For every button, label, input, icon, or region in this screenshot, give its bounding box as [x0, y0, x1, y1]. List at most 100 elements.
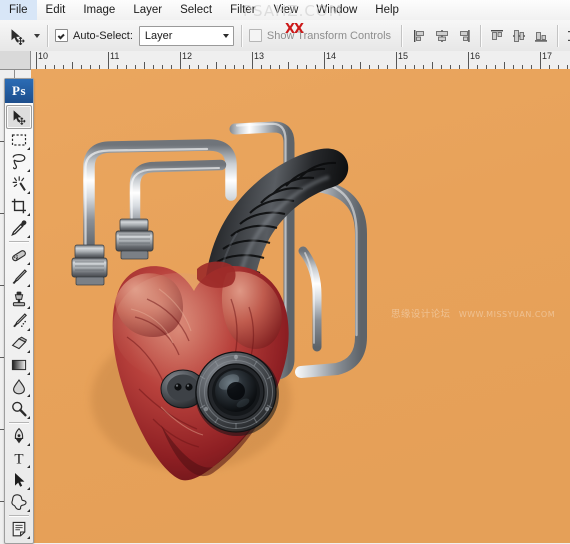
tool-clone-stamp-tool[interactable] [7, 288, 31, 310]
tool-brush-tool[interactable] [7, 266, 31, 288]
menu-edit[interactable]: Edit [37, 0, 75, 20]
tool-submenu-indicator-icon[interactable] [27, 350, 30, 353]
tool-divider-2 [9, 422, 29, 423]
tool-submenu-indicator-icon[interactable] [27, 306, 30, 309]
tool-submenu-indicator-icon[interactable] [27, 328, 30, 331]
ruler-major-tick [180, 52, 181, 69]
ruler-corner[interactable] [0, 51, 31, 70]
options-bar: Auto-Select: Layer Show Transform Contro… [0, 20, 570, 52]
tool-submenu-indicator-icon[interactable] [27, 169, 30, 172]
menu-file[interactable]: File [0, 0, 37, 20]
menu-bar: File Edit Image Layer Select Filter View… [0, 0, 570, 21]
tool-submenu-indicator-icon[interactable] [27, 262, 30, 265]
align-top-edges-button[interactable] [488, 27, 506, 45]
tool-rectangular-marquee-tool[interactable] [7, 129, 31, 151]
align-vertical-group [488, 27, 550, 45]
toolbox-panel: Ps T [4, 78, 34, 544]
ruler-minor-tick [504, 62, 505, 69]
tool-submenu-indicator-icon[interactable] [27, 147, 30, 150]
tool-pen-tool[interactable] [7, 425, 31, 447]
hose-coupler-left [71, 244, 108, 286]
tool-submenu-indicator-icon[interactable] [27, 191, 30, 194]
ruler-label: 10 [38, 51, 49, 61]
tool-list: T [5, 103, 33, 543]
tool-healing-brush-tool[interactable] [7, 244, 31, 266]
ruler-label: 11 [110, 51, 120, 61]
tool-move-tool[interactable] [6, 105, 32, 129]
ruler-label: 17 [542, 51, 553, 61]
menu-filter[interactable]: Filter [221, 0, 265, 20]
auto-select-scope-chevron-down-icon[interactable] [222, 33, 229, 38]
auto-select-checkbox[interactable] [55, 29, 68, 42]
tool-eraser-tool[interactable] [7, 332, 31, 354]
photoshop-logo: Ps [5, 79, 33, 103]
tool-divider-3 [9, 515, 29, 516]
document-canvas[interactable]: 思缘设计论坛 WWW.MISSYUAN.COM [31, 69, 570, 543]
align-left-edges-button[interactable] [411, 27, 429, 45]
ruler-major-tick [252, 52, 253, 69]
align-vertical-centers-button[interactable] [510, 27, 528, 45]
menu-image[interactable]: Image [74, 0, 124, 20]
options-separator-5 [557, 24, 559, 47]
align-right-edges-button[interactable] [455, 27, 473, 45]
tool-notes-tool[interactable] [7, 518, 31, 540]
distribute-top-edges-button[interactable] [565, 27, 570, 45]
tool-blur-tool[interactable] [7, 376, 31, 398]
ruler-minor-tick [72, 62, 73, 69]
tool-submenu-indicator-icon[interactable] [27, 213, 30, 216]
tool-submenu-indicator-icon[interactable] [27, 416, 30, 419]
tool-magic-wand-tool[interactable] [7, 173, 31, 195]
tool-history-brush-tool[interactable] [7, 310, 31, 332]
options-separator-1 [47, 24, 48, 47]
hose-coupler-right [115, 218, 154, 260]
canvas-watermark: 思缘设计论坛 WWW.MISSYUAN.COM [391, 306, 555, 320]
ruler-label: 13 [254, 51, 265, 61]
tool-gradient-tool[interactable] [7, 354, 31, 376]
tool-dodge-tool[interactable] [7, 398, 31, 420]
tool-submenu-indicator-icon[interactable] [27, 372, 30, 375]
tool-eyedropper-tool[interactable] [7, 217, 31, 239]
auto-select-scope-select[interactable]: Layer [138, 25, 234, 46]
tool-submenu-indicator-icon[interactable] [27, 443, 30, 446]
menu-select[interactable]: Select [171, 0, 221, 20]
tool-divider-1 [9, 241, 29, 242]
menu-layer[interactable]: Layer [124, 0, 171, 20]
menu-view[interactable]: View [265, 0, 308, 20]
show-transform-controls-label: Show Transform Controls [266, 29, 392, 42]
tool-submenu-indicator-icon[interactable] [27, 487, 30, 490]
options-separator-4 [480, 24, 482, 47]
horizontal-ruler[interactable]: 10 11 12 13 14 15 16 17 [0, 51, 570, 70]
tool-submenu-indicator-icon[interactable] [27, 235, 30, 238]
menu-window[interactable]: Window [307, 0, 366, 20]
auto-select-scope-value: Layer [144, 29, 173, 42]
tool-submenu-indicator-icon[interactable] [27, 509, 30, 512]
tool-lasso-tool[interactable] [7, 151, 31, 173]
tool-submenu-indicator-icon[interactable] [27, 465, 30, 468]
ruler-minor-tick [432, 62, 433, 69]
svg-text:T: T [14, 452, 23, 467]
tool-crop-tool[interactable] [7, 195, 31, 217]
ruler-label: 12 [182, 51, 193, 61]
ruler-major-tick [324, 52, 325, 69]
tool-custom-shape-tool[interactable] [7, 491, 31, 513]
ruler-major-tick [468, 52, 469, 69]
ruler-label: 14 [326, 51, 337, 61]
ruler-label: 15 [398, 51, 409, 61]
align-buttons-group [411, 27, 473, 45]
menu-help[interactable]: Help [366, 0, 408, 20]
options-separator-2 [240, 24, 242, 47]
tool-preset-chevron-down-icon[interactable] [34, 33, 40, 38]
tool-preset-picker[interactable] [7, 26, 40, 46]
align-horizontal-centers-button[interactable] [433, 27, 451, 45]
tool-submenu-indicator-icon[interactable] [27, 536, 30, 539]
tool-path-selection-tool[interactable] [7, 469, 31, 491]
align-bottom-edges-button[interactable] [532, 27, 550, 45]
tool-submenu-indicator-icon[interactable] [27, 394, 30, 397]
ruler-major-tick [36, 52, 37, 69]
canvas-watermark-cn: 思缘设计论坛 [391, 309, 451, 320]
ruler-minor-tick [216, 62, 217, 69]
show-transform-controls-checkbox[interactable] [248, 29, 262, 42]
tool-submenu-indicator-icon[interactable] [27, 284, 30, 287]
auto-select-label: Auto-Select: [73, 29, 133, 42]
tool-horizontal-type-tool[interactable]: T [7, 447, 31, 469]
